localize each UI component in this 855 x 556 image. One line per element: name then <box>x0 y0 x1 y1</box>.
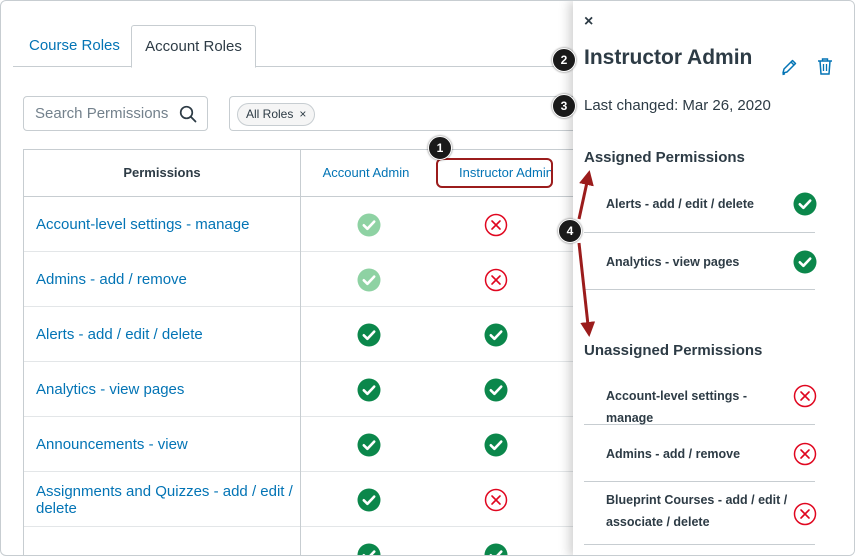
account-admin-enabled-icon[interactable] <box>357 268 381 292</box>
trash-icon[interactable] <box>817 57 833 75</box>
close-icon[interactable]: × <box>584 13 593 31</box>
tray-permission-row: Blueprint Courses - add / edit / associa… <box>584 482 817 545</box>
instructor-admin-disabled-icon[interactable] <box>484 268 508 292</box>
table-row: Assignments and Quizzes - add / edit / d… <box>23 472 583 527</box>
account-admin-enabled-icon[interactable] <box>357 213 381 237</box>
roles-filter[interactable]: All Roles × <box>229 96 574 131</box>
permission-name-link[interactable]: Alerts - add / edit / delete <box>23 307 301 362</box>
permissions-column-header: Permissions <box>23 150 301 197</box>
tray-disabled-icon[interactable] <box>793 502 817 526</box>
search-input[interactable] <box>24 97 174 130</box>
instructor-admin-enabled-icon[interactable] <box>484 543 508 556</box>
permission-name-link[interactable]: Announcements - view <box>23 417 301 472</box>
search-icon[interactable] <box>179 105 197 123</box>
tray-permission-label: Blueprint Courses - add / edit / associa… <box>606 493 788 529</box>
account-admin-enabled-icon[interactable] <box>357 433 381 457</box>
pencil-icon[interactable] <box>780 58 798 76</box>
permission-name-link[interactable] <box>23 527 301 555</box>
permission-name-link[interactable]: Account-level settings - manage <box>23 197 301 252</box>
chip-label: All Roles <box>246 107 294 121</box>
tray-permission-label: Admins - add / remove <box>606 446 741 461</box>
tray-permission-label: Analytics - view pages <box>606 254 740 269</box>
permission-name-link[interactable]: Analytics - view pages <box>23 362 301 417</box>
instructor-admin-enabled-icon[interactable] <box>484 378 508 402</box>
callout-3: 3 <box>552 94 576 118</box>
role-header-account-admin[interactable]: Account Admin <box>301 150 431 197</box>
role-details-tray: × Instructor Admin Last changed: Mar 26,… <box>573 1 854 555</box>
tray-permission-label: Account-level settings - manage <box>606 389 747 425</box>
instructor-admin-disabled-icon[interactable] <box>484 213 508 237</box>
tab-course-roles[interactable]: Course Roles <box>13 25 136 68</box>
search-permissions <box>23 96 208 131</box>
instructor-admin-disabled-icon[interactable] <box>484 488 508 512</box>
tab-account-roles[interactable]: Account Roles <box>131 25 256 68</box>
tray-permission-row: Analytics - view pages <box>584 233 817 290</box>
account-admin-enabled-icon[interactable] <box>357 378 381 402</box>
role-tabs: Course Roles Account Roles <box>13 25 573 68</box>
tray-enabled-icon[interactable] <box>793 250 817 274</box>
table-row: Alerts - add / edit / delete <box>23 307 583 362</box>
callout-1: 1 <box>428 136 452 160</box>
callout-4: 4 <box>558 219 582 243</box>
permission-name-link[interactable]: Admins - add / remove <box>23 252 301 307</box>
tray-permission-row: Alerts - add / edit / delete <box>584 174 817 233</box>
annotation-highlight-box <box>436 158 553 188</box>
instructor-admin-enabled-icon[interactable] <box>484 433 508 457</box>
remove-chip-icon[interactable]: × <box>299 104 306 125</box>
table-row: Admins - add / remove <box>23 252 583 307</box>
assigned-permissions-heading: Assigned Permissions <box>584 149 745 166</box>
table-row: Account-level settings - manage <box>23 197 583 252</box>
callout-2: 2 <box>552 48 576 72</box>
table-row <box>23 527 583 556</box>
tray-permission-row: Admins - add / remove <box>584 425 817 482</box>
tray-permission-label: Alerts - add / edit / delete <box>606 196 754 211</box>
account-admin-enabled-icon[interactable] <box>357 323 381 347</box>
app-frame: Course Roles Account Roles All Roles × P… <box>0 0 855 556</box>
last-changed-text: Last changed: Mar 26, 2020 <box>584 97 771 114</box>
permission-name-link[interactable]: Assignments and Quizzes - add / edit / d… <box>23 472 301 527</box>
unassigned-permissions-heading: Unassigned Permissions <box>584 342 763 359</box>
account-admin-enabled-icon[interactable] <box>357 543 381 556</box>
all-roles-chip[interactable]: All Roles × <box>237 103 316 126</box>
tray-disabled-icon[interactable] <box>793 442 817 466</box>
tray-title: Instructor Admin <box>584 46 753 69</box>
instructor-admin-enabled-icon[interactable] <box>484 323 508 347</box>
tray-disabled-icon[interactable] <box>793 384 817 408</box>
table-row: Announcements - view <box>23 417 583 472</box>
tray-permission-row: Account-level settings - manage <box>584 367 817 425</box>
tray-enabled-icon[interactable] <box>793 192 817 216</box>
account-admin-enabled-icon[interactable] <box>357 488 381 512</box>
table-row: Analytics - view pages <box>23 362 583 417</box>
